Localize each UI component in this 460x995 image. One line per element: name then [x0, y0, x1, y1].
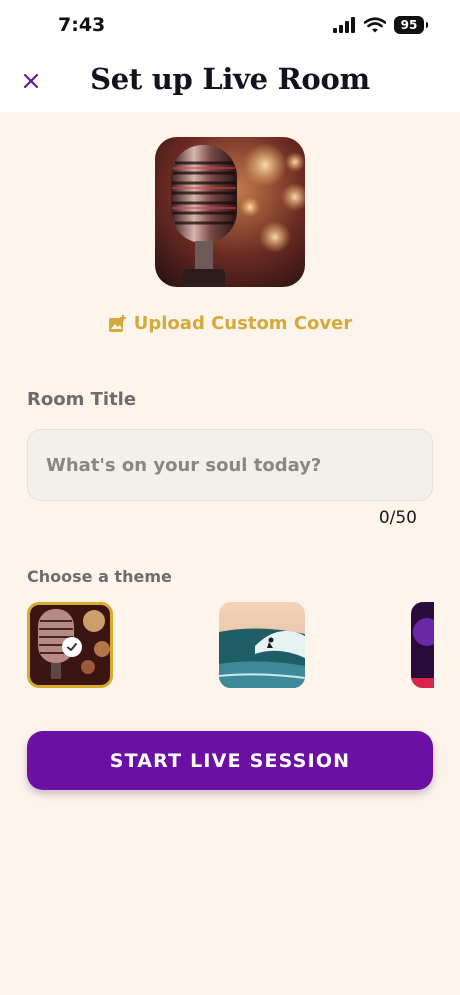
- upload-cover-button[interactable]: Upload Custom Cover: [0, 313, 460, 334]
- status-time: 7:43: [58, 14, 106, 36]
- header: Set up Live Room: [0, 56, 460, 112]
- theme-label: Choose a theme: [27, 567, 172, 586]
- room-title-field[interactable]: [27, 429, 433, 501]
- wifi-icon: [364, 17, 386, 33]
- cover-image[interactable]: [155, 137, 305, 287]
- battery-level: 95: [400, 18, 418, 32]
- room-title-input[interactable]: [28, 430, 432, 500]
- selected-check-icon: [62, 637, 82, 657]
- character-counter: 0/50: [378, 508, 417, 528]
- page-title: Set up Live Room: [90, 62, 370, 96]
- microphone-image: [155, 137, 305, 287]
- theme-option-microphone[interactable]: [27, 602, 113, 688]
- add-image-icon: [108, 314, 126, 332]
- theme-option-purple-stage[interactable]: [411, 602, 434, 688]
- theme-carousel[interactable]: [27, 602, 434, 688]
- room-title-label: Room Title: [27, 389, 137, 410]
- cellular-signal-icon: [333, 17, 355, 33]
- surfer-wave-thumbnail: [219, 602, 305, 688]
- status-icons: 95: [332, 16, 428, 34]
- status-bar: 7:43 95: [0, 0, 460, 56]
- upload-cover-label: Upload Custom Cover: [133, 313, 353, 334]
- theme-option-surfer[interactable]: [219, 602, 305, 688]
- start-live-session-button[interactable]: START LIVE SESSION: [27, 731, 433, 790]
- purple-stage-thumbnail: [411, 602, 434, 688]
- battery-indicator: 95: [394, 16, 428, 34]
